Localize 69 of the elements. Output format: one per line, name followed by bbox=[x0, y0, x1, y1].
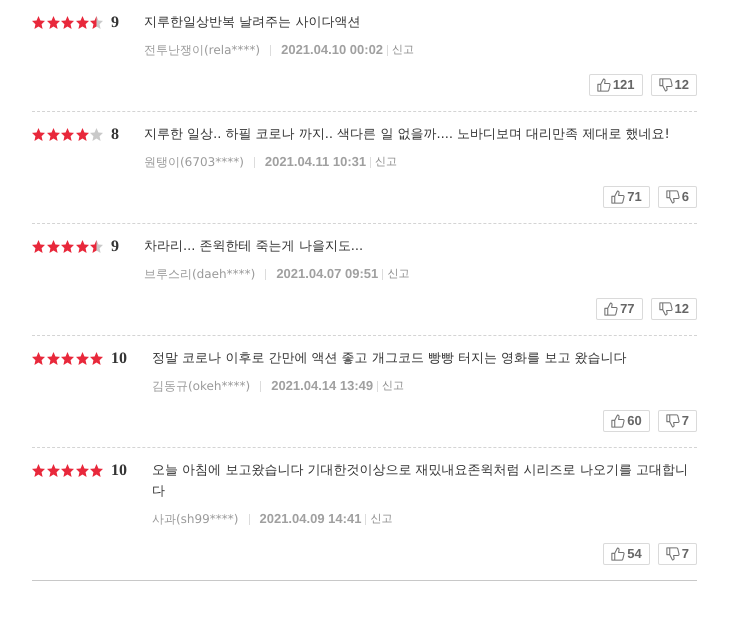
star-icon bbox=[61, 352, 74, 365]
thumbs-down-icon bbox=[658, 302, 673, 316]
star-icon bbox=[76, 240, 88, 253]
star-icon bbox=[90, 352, 103, 365]
star-icon bbox=[46, 16, 60, 29]
review-date: 2021.04.09 14:41 bbox=[260, 510, 362, 528]
star-icon bbox=[46, 128, 60, 141]
report-link[interactable]: 신고 bbox=[387, 266, 410, 282]
rating-score: 10 bbox=[111, 461, 127, 481]
dislike-button[interactable]: 7 bbox=[658, 410, 697, 432]
author-name: 사과(sh99****) bbox=[152, 511, 238, 528]
star-icon bbox=[76, 16, 88, 29]
thumbs-down-icon bbox=[666, 547, 680, 561]
review-text: 차라리... 존윅한테 죽는게 나을지도... bbox=[144, 238, 364, 256]
star-icon bbox=[32, 128, 45, 141]
review-text: 정말 코로나 이후로 간만에 액션 좋고 개그코드 빵빵 터지는 영화를 보고 왔습니다 bbox=[152, 350, 628, 368]
star-icon bbox=[32, 464, 45, 477]
star-icon bbox=[61, 128, 74, 141]
thumbs-down-icon bbox=[666, 414, 680, 428]
review-date: 2021.04.11 10:31 bbox=[264, 153, 366, 172]
thumbs-down-icon bbox=[666, 190, 680, 204]
thumbs-up-icon bbox=[596, 78, 611, 92]
dislike-button[interactable]: 12 bbox=[650, 298, 697, 320]
review-date: 2021.04.07 09:51 bbox=[276, 265, 378, 284]
thumbs-up-icon bbox=[611, 190, 626, 204]
review-text: 지루한 일상.. 하필 코로나 까지.. 색다른 일 없을까.... 노바디보며 대리만족 제대로 했네요! bbox=[144, 126, 671, 144]
review-text: 오늘 아침에 보고왔습니다 기대한것이상으로 재밌내요존윅처럼 시리즈로 나오기를 고대합니다 bbox=[152, 462, 689, 501]
star-icon bbox=[76, 464, 88, 477]
author-name: 원탱이(6703****) bbox=[144, 154, 244, 171]
star-icon bbox=[46, 352, 60, 365]
author-name: 브루스리(daeh****) bbox=[144, 266, 256, 283]
like-button[interactable]: 54 bbox=[603, 543, 650, 565]
star-icon bbox=[46, 464, 60, 477]
half-star-icon bbox=[90, 16, 103, 29]
dislike-button[interactable]: 7 bbox=[658, 543, 697, 565]
half-star-icon bbox=[90, 240, 103, 253]
report-link[interactable]: 신고 bbox=[375, 154, 398, 170]
report-link[interactable]: 신고 bbox=[392, 42, 414, 58]
like-button[interactable]: 77 bbox=[596, 298, 643, 320]
star-icon bbox=[32, 16, 45, 29]
thumbs-down-icon bbox=[658, 78, 673, 92]
like-button[interactable]: 71 bbox=[603, 186, 650, 208]
star-icon bbox=[61, 464, 74, 477]
rating-score: 10 bbox=[111, 349, 127, 369]
dislike-button[interactable]: 12 bbox=[650, 74, 697, 96]
review-text: 지루한일상반복 날려주는 사이다액션 bbox=[144, 14, 362, 32]
star-icon bbox=[61, 16, 74, 29]
star-icon bbox=[76, 352, 88, 365]
rating-score: 9 bbox=[111, 237, 119, 257]
thumbs-up-icon bbox=[611, 547, 626, 561]
rating-score: 9 bbox=[111, 13, 119, 33]
star-icon bbox=[32, 240, 45, 253]
review-date: 2021.04.14 13:49 bbox=[271, 377, 374, 396]
star-icon bbox=[61, 240, 74, 253]
thumbs-up-icon bbox=[611, 414, 626, 428]
author-name: 김동규(okeh****) bbox=[152, 378, 250, 395]
report-link[interactable]: 신고 bbox=[382, 378, 404, 394]
star-icon bbox=[76, 128, 88, 141]
thumbs-up-icon bbox=[604, 302, 618, 316]
review-date: 2021.04.10 00:02 bbox=[281, 41, 384, 60]
star-icon bbox=[32, 352, 45, 365]
dislike-button[interactable]: 6 bbox=[658, 186, 697, 208]
star-icon bbox=[46, 240, 60, 253]
like-button[interactable]: 60 bbox=[603, 410, 650, 432]
author-name: 전투난쟁이(rela****) bbox=[144, 42, 260, 59]
like-button[interactable]: 121 bbox=[588, 74, 643, 96]
rating-score: 8 bbox=[111, 125, 119, 145]
star-icon bbox=[90, 464, 103, 477]
report-link[interactable]: 신고 bbox=[370, 510, 392, 528]
